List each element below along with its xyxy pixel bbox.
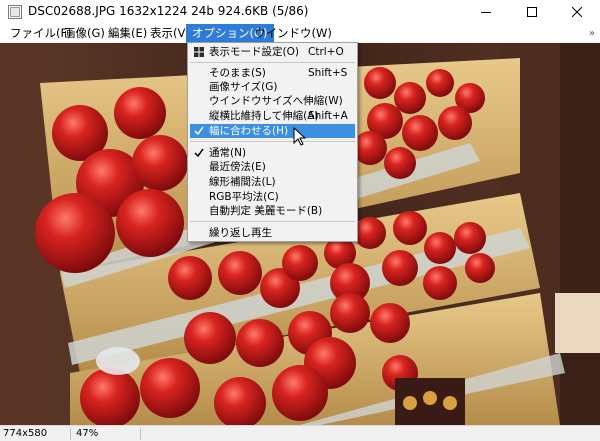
status-zoom: 47% [76,428,99,439]
minimize-icon [481,12,491,13]
menu-item-loop-playback[interactable]: 繰り返し再生 [190,226,355,240]
mouse-cursor-icon [293,127,307,146]
menu-item-normal[interactable]: 通常(N) [190,146,355,160]
close-button[interactable] [554,0,600,24]
menu-separator [190,221,355,222]
menu-item-fit-window[interactable]: ウインドウサイズへ伸縮(W) [190,94,355,108]
menu-item-fit-width[interactable]: 幅に合わせる(H) [190,124,355,138]
grid-icon [194,47,204,57]
menu-item-as-is[interactable]: そのまま(S) Shift+S [190,66,355,80]
menu-separator [190,62,355,63]
close-icon [572,7,582,17]
menu-item-linear-interpolation[interactable]: 線形補間法(L) [190,175,355,189]
maximize-icon [527,7,537,17]
menu-item-image-size[interactable]: 画像サイズ(G) [190,80,355,94]
options-dropdown-menu: 表示モード設定(O) Ctrl+O そのまま(S) Shift+S 画像サイズ(… [187,42,358,242]
status-bar: 774x580 47% [0,425,600,441]
title-bar: DSC02688.JPG 1632x1224 24b 924.6KB (5/86… [0,0,600,24]
checkmark-icon [194,126,204,136]
menu-separator [190,141,355,142]
menu-item-nearest-neighbor[interactable]: 最近傍法(E) [190,160,355,174]
status-divider [140,428,141,440]
status-dimensions: 774x580 [3,428,48,439]
app-icon [8,5,22,19]
minimize-button[interactable] [463,0,509,24]
menu-item-keep-aspect[interactable]: 縦横比維持して伸縮(A) Shift+A [190,109,355,123]
checkmark-icon [194,148,204,158]
menu-overflow-chevron-icon[interactable]: » [589,24,595,43]
menu-item-display-mode-settings[interactable]: 表示モード設定(O) Ctrl+O [190,45,355,59]
window-title: DSC02688.JPG 1632x1224 24b 924.6KB (5/86… [28,4,309,18]
menu-bar: ファイル(F) 画像(G) 編集(E) 表示(V) オプション(O) ウインドウ… [0,24,600,43]
maximize-button[interactable] [509,0,555,24]
menu-window[interactable]: ウインドウ(W) [248,24,338,43]
menu-item-auto-beauty-mode[interactable]: 自動判定 美麗モード(B) [190,204,355,218]
menu-item-rgb-average[interactable]: RGB平均法(C) [190,190,355,204]
status-divider [70,428,71,440]
